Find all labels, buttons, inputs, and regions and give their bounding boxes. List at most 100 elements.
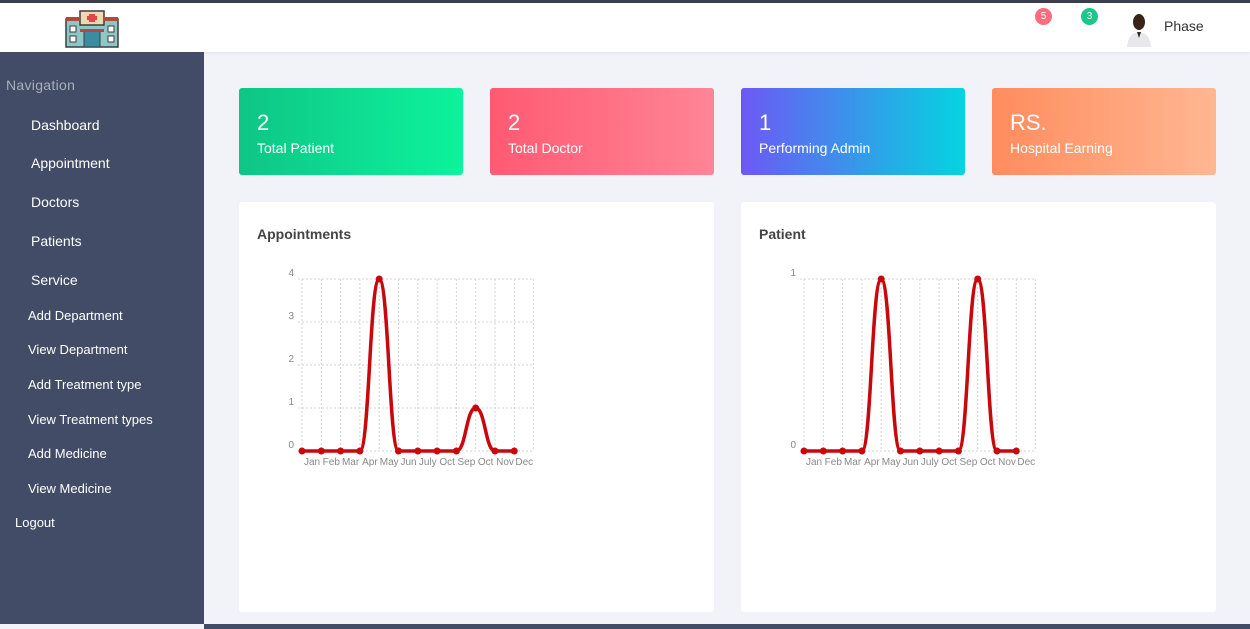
x-tick-label: May bbox=[882, 457, 901, 468]
stat-card-performing-admin[interactable]: 1 Performing Admin bbox=[741, 88, 965, 175]
patient-chart: 01Jan Feb Mar Apr May Jun July Oct Sep Oct Nov Dec bbox=[790, 268, 1036, 468]
user-dropdown-icon[interactable] bbox=[1210, 22, 1222, 36]
data-point bbox=[916, 447, 924, 455]
patient-panel: Patient 0 1 Jan Feb Mar Apr May Jun July Oct Sep Oc… bbox=[741, 202, 1216, 612]
patients-icon bbox=[8, 234, 18, 246]
sidebar-item-dashboard[interactable]: Dashboard bbox=[0, 114, 204, 138]
stat-value: 2 bbox=[257, 110, 270, 135]
sidebar-subitem-label: Add Department bbox=[28, 308, 123, 323]
top-header: 5 3 Phase bbox=[0, 3, 1250, 52]
stat-card-total-doctor[interactable]: 2 Total Doctor bbox=[490, 88, 714, 175]
data-point bbox=[510, 447, 518, 455]
y-tick-label: 1 bbox=[790, 268, 796, 279]
appointment-icon bbox=[8, 156, 18, 168]
x-tick-label: Nov bbox=[998, 457, 1016, 468]
avatar[interactable] bbox=[1124, 11, 1154, 47]
data-point bbox=[954, 447, 962, 455]
stat-card-total-patient[interactable]: 2 Total Patient bbox=[239, 88, 463, 175]
x-tick-label: Jun bbox=[902, 457, 918, 468]
fullscreen-icon[interactable] bbox=[283, 20, 295, 34]
notification-badge: 5 bbox=[1035, 8, 1052, 25]
data-point bbox=[452, 447, 460, 455]
stat-label: Total Patient bbox=[257, 140, 335, 156]
x-tick-label: Feb bbox=[825, 457, 843, 468]
data-point bbox=[858, 447, 866, 455]
sidebar-subitem-view-medicine[interactable]: View Medicine bbox=[0, 478, 204, 500]
stat-label: Hospital Earning bbox=[1010, 140, 1113, 156]
dashboard-icon bbox=[8, 118, 18, 130]
y-tick-label: 1 bbox=[288, 397, 294, 408]
hospital-logo[interactable] bbox=[60, 7, 124, 49]
y-tick-label: 4 bbox=[288, 268, 294, 279]
data-point bbox=[375, 275, 383, 283]
stat-value: RS. bbox=[1010, 110, 1047, 135]
sidebar-item-label: Patients bbox=[31, 233, 82, 249]
data-point bbox=[1012, 447, 1020, 455]
sidebar-subitem-label: Add Medicine bbox=[28, 446, 107, 461]
data-point bbox=[395, 447, 402, 455]
bottom-border bbox=[204, 624, 1250, 629]
y-tick-label: 3 bbox=[288, 311, 294, 322]
x-tick-label: Oct bbox=[941, 457, 957, 468]
y-tick-label: 0 bbox=[790, 440, 796, 451]
data-point bbox=[317, 447, 325, 455]
stat-value: 2 bbox=[508, 110, 521, 135]
x-tick-label: Oct bbox=[439, 457, 455, 468]
sidebar-item-label: Service bbox=[31, 272, 78, 288]
data-point bbox=[839, 447, 847, 455]
stat-value: 1 bbox=[759, 110, 772, 135]
data-point bbox=[897, 447, 904, 455]
x-tick-label: Oct bbox=[980, 457, 996, 468]
y-tick-label: 2 bbox=[288, 354, 294, 365]
data-point bbox=[356, 447, 364, 455]
x-tick-label: May bbox=[380, 457, 399, 468]
x-tick-label: Jan bbox=[806, 457, 822, 468]
data-point bbox=[800, 447, 808, 455]
sidebar-subitem-add-medicine[interactable]: Add Medicine bbox=[0, 443, 204, 465]
sidebar-item-label: Dashboard bbox=[31, 117, 100, 133]
appointments-panel: Appointments 0 1 2 3 4 Jan Feb Mar Apr May Jun July… bbox=[239, 202, 714, 612]
stat-card-hospital-earning[interactable]: RS. Hospital Earning bbox=[992, 88, 1216, 175]
doctors-icon bbox=[8, 195, 18, 207]
x-tick-label: Oct bbox=[478, 457, 494, 468]
sidebar-subitem-label: View Treatment types bbox=[28, 412, 153, 427]
user-name[interactable]: Phase bbox=[1164, 18, 1204, 34]
sidebar-subitem-add-treatment-type[interactable]: Add Treatment type bbox=[0, 374, 204, 396]
sidebar-item-label: Doctors bbox=[31, 194, 80, 210]
data-point bbox=[414, 447, 422, 455]
service-icon bbox=[8, 273, 18, 285]
data-point bbox=[819, 447, 827, 455]
sidebar-subitem-view-treatment-types[interactable]: View Treatment types bbox=[0, 409, 204, 431]
sidebar-item-label: Appointment bbox=[31, 155, 110, 171]
sidebar-item-doctors[interactable]: Doctors bbox=[0, 191, 204, 215]
data-point bbox=[337, 447, 345, 455]
data-point bbox=[935, 447, 943, 455]
sidebar-item-patients[interactable]: Patients bbox=[0, 230, 204, 254]
data-point bbox=[472, 404, 480, 412]
sidebar-subitem-label: View Medicine bbox=[28, 481, 112, 496]
menu-toggle-icon[interactable] bbox=[234, 20, 246, 34]
x-tick-label: Sep bbox=[960, 457, 978, 468]
data-point bbox=[974, 275, 982, 283]
x-tick-label: Mar bbox=[844, 457, 862, 468]
data-point bbox=[433, 447, 441, 455]
logout-label: Logout bbox=[15, 515, 55, 530]
x-tick-label: July bbox=[419, 457, 437, 468]
logout-link[interactable]: Logout bbox=[0, 512, 204, 534]
sidebar-subitem-label: Add Treatment type bbox=[28, 377, 142, 392]
data-point bbox=[491, 447, 499, 455]
sidebar-item-appointment[interactable]: Appointment bbox=[0, 152, 204, 176]
x-tick-label: Dec bbox=[1017, 457, 1035, 468]
y-tick-label: 0 bbox=[288, 440, 294, 451]
appointments-chart: 01234Jan Feb Mar Apr May Jun July Oct Sep Oct Nov D… bbox=[288, 268, 534, 468]
sidebar-item-service[interactable]: Service bbox=[0, 269, 204, 293]
sidebar: Navigation Dashboard Appointment Doctors… bbox=[0, 52, 204, 624]
x-tick-label: July bbox=[921, 457, 939, 468]
data-point bbox=[877, 275, 885, 283]
x-tick-label: Apr bbox=[362, 457, 378, 468]
sidebar-subitem-view-department[interactable]: View Department bbox=[0, 339, 204, 361]
x-tick-label: Dec bbox=[515, 457, 533, 468]
sidebar-subitem-add-department[interactable]: Add Department bbox=[0, 305, 204, 327]
x-tick-label: Feb bbox=[323, 457, 341, 468]
x-tick-label: Jan bbox=[304, 457, 320, 468]
